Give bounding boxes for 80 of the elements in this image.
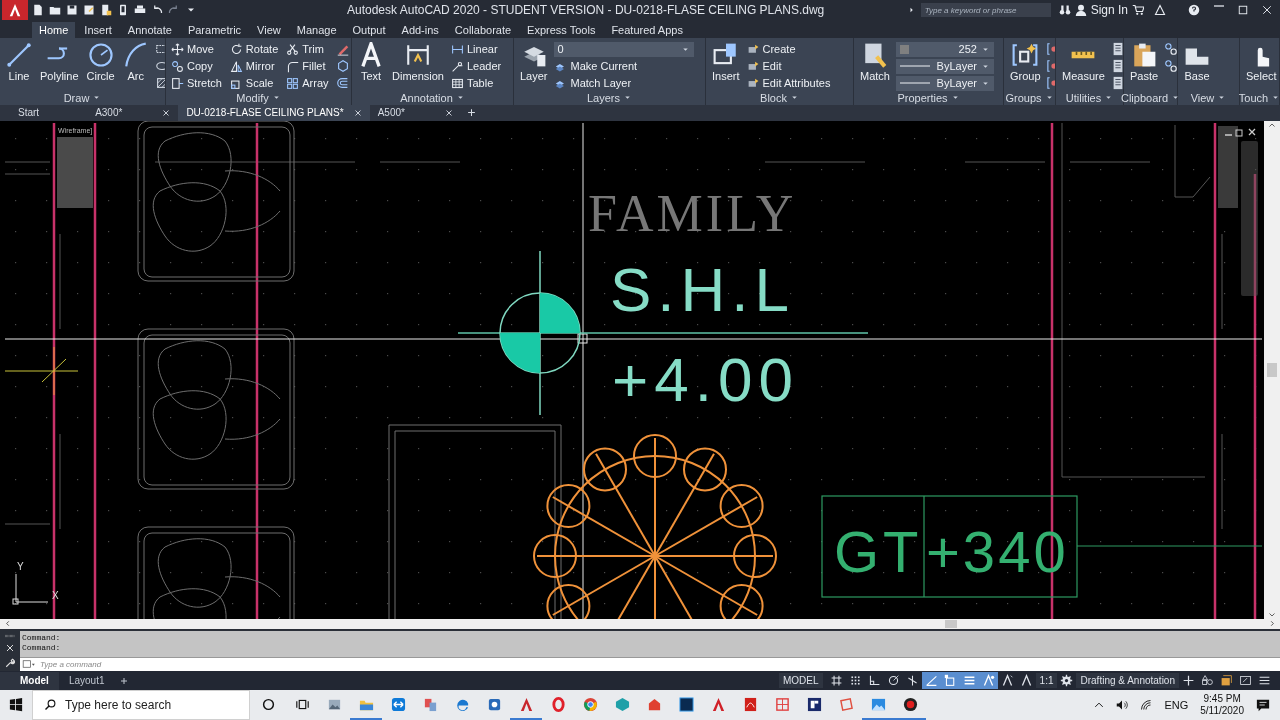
ucs-axis-label: Y [17, 560, 24, 572]
ribbon-button[interactable]: Insert [710, 41, 742, 83]
ribbon-tab[interactable]: Home [32, 22, 76, 38]
command-history-line: Command: [22, 632, 62, 643]
file-tab[interactable]: A300* [87, 105, 179, 121]
ribbon-tab[interactable]: Express Tools [520, 22, 603, 38]
status-button[interactable]: Drafting & Annotation [1076, 673, 1179, 689]
ribbon-button[interactable]: Measure [1060, 41, 1107, 83]
level-value: +4.00 [612, 344, 799, 414]
ribbon-dropdown[interactable]: 252 [895, 41, 994, 57]
taskbar-search-field[interactable]: Type here to search [32, 690, 250, 720]
level-label: S.H.L [610, 254, 796, 324]
status-button[interactable]: MODEL [779, 673, 823, 689]
ribbon-tab[interactable]: Manage [289, 22, 344, 38]
ribbon-tool[interactable]: Table [449, 75, 503, 91]
ribbon-tool[interactable]: Linear [449, 41, 503, 57]
ribbon-tool[interactable]: Make Current [553, 58, 694, 74]
panel-title: View [1190, 92, 1215, 104]
tag-code: GT [834, 518, 923, 584]
file-tab[interactable]: A500* [369, 105, 461, 121]
ribbon-tool[interactable]: Array [285, 75, 330, 91]
ribbon-tool[interactable]: Rotate [228, 41, 280, 57]
ribbon-tool[interactable]: Edit [745, 58, 832, 74]
panel-title: Annotation [400, 92, 453, 104]
command-history-line: Command: [22, 642, 62, 653]
room-name: FAMILY [588, 184, 797, 242]
ribbon-tool[interactable]: Trim [285, 41, 330, 57]
clock-date: 5/11/2020 [1200, 705, 1244, 718]
ribbon-tab[interactable]: Collaborate [447, 22, 519, 38]
ribbon-tab[interactable]: Parametric [180, 22, 249, 38]
language-indicator[interactable]: ENG [1164, 699, 1189, 712]
search-field[interactable]: Type a keyword or phrase [920, 3, 1051, 17]
panel-title: Layers [587, 92, 620, 104]
window-title: Autodesk AutoCAD 2020 - STUDENT VERSION - DU-0218-FLASE CEILING PLANS.dwg [346, 3, 826, 17]
ribbon-tool[interactable]: Match Layer [553, 75, 694, 91]
panel-title: Draw [63, 92, 90, 104]
ribbon-tool[interactable]: Mirror [228, 58, 280, 74]
layout-tab[interactable]: Layout1 [58, 671, 115, 690]
ribbon-button[interactable]: Arc [120, 41, 151, 83]
panel-title: Modify [236, 92, 269, 104]
ribbon-tab[interactable]: Insert [77, 22, 119, 38]
ribbon-button[interactable]: Paste [1128, 41, 1161, 83]
ribbon-tab[interactable]: Annotate [120, 22, 179, 38]
ribbon-button[interactable]: Polyline [38, 41, 81, 83]
ribbon-tool[interactable]: Create [745, 41, 832, 57]
ribbon-dropdown[interactable]: ByLayer [895, 58, 994, 74]
ribbon-tab[interactable]: Featured Apps [604, 22, 690, 38]
ribbon-button[interactable]: Layer [518, 41, 550, 83]
ribbon-tab[interactable]: Add-ins [394, 22, 446, 38]
panel-title: Properties [897, 92, 948, 104]
ribbon-tool[interactable]: Copy [170, 58, 223, 74]
clock-time: 9:45 PM [1203, 693, 1241, 706]
ribbon-button[interactable]: Base [1182, 41, 1212, 83]
layout-tab[interactable]: Model [0, 671, 59, 690]
ribbon-button[interactable]: Match [858, 41, 892, 83]
ribbon-button[interactable]: Group [1008, 41, 1043, 83]
ribbon-tool[interactable]: Move [170, 41, 223, 57]
ribbon-tool[interactable]: Leader [449, 58, 503, 74]
panel-title: Block [760, 92, 787, 104]
ribbon-tool[interactable]: Edit Attributes [745, 75, 832, 91]
ribbon-tab[interactable]: Output [345, 22, 393, 38]
file-tab[interactable]: Start [10, 105, 88, 121]
ribbon-dropdown[interactable]: ByLayer [895, 75, 994, 91]
panel-title: Groups [1005, 92, 1042, 104]
ribbon-button[interactable]: Line [4, 41, 34, 83]
ribbon-dropdown[interactable]: 0 [553, 41, 694, 57]
sign-in-button[interactable]: Sign In [1070, 3, 1132, 17]
panel-title: Touch [1238, 92, 1269, 104]
ribbon-tool[interactable]: Scale [228, 75, 280, 91]
ribbon-tool[interactable]: Fillet [285, 58, 330, 74]
ribbon-button[interactable]: Text [356, 41, 386, 83]
ribbon-button[interactable]: Circle [84, 41, 117, 83]
command-input-field[interactable]: Type a command [20, 657, 1280, 671]
ribbon-button[interactable]: Dimension [390, 41, 446, 83]
status-button[interactable]: 1:1 [1035, 673, 1058, 689]
panel-title: Clipboard [1120, 92, 1169, 104]
ribbon-tool[interactable]: Stretch [170, 75, 223, 91]
ribbon-button[interactable]: Select [1244, 41, 1279, 83]
ribbon-tab[interactable]: View [250, 22, 288, 38]
panel-title: Utilities [1065, 92, 1102, 104]
